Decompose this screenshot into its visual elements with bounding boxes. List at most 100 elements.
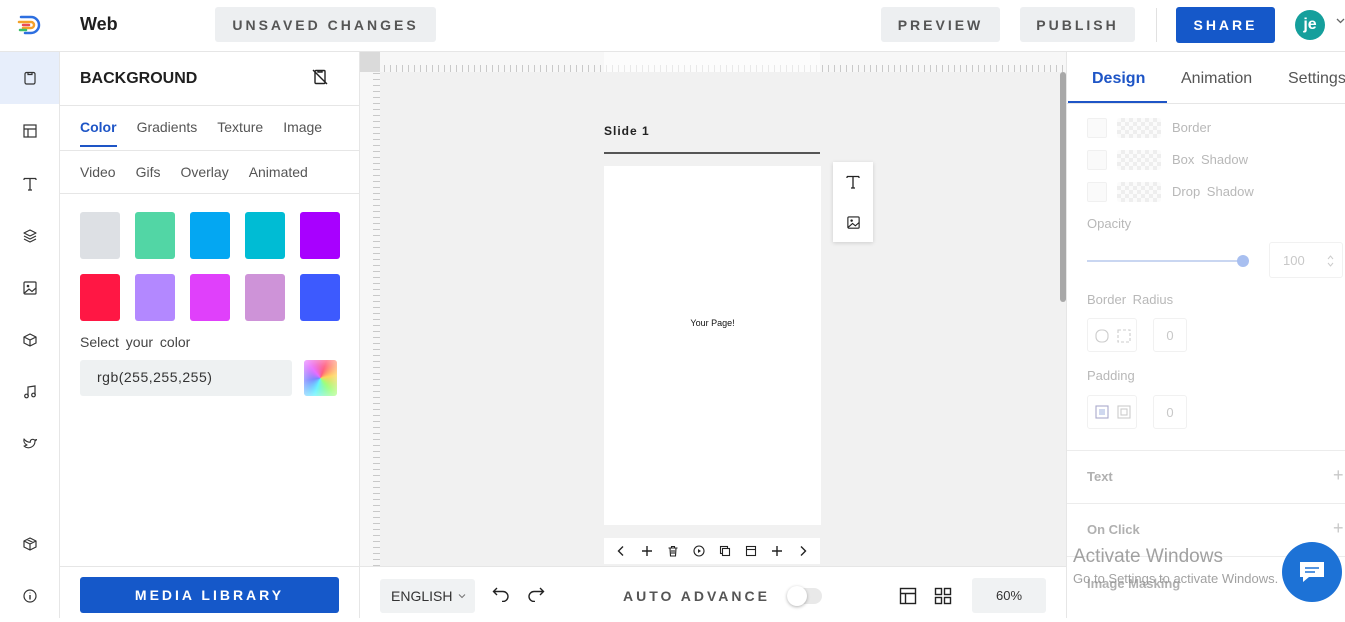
- color-swatch[interactable]: [190, 212, 230, 259]
- color-swatch[interactable]: [245, 212, 285, 259]
- slide-label: Slide 1: [604, 124, 650, 138]
- slide-divider: [604, 152, 820, 154]
- color-swatch[interactable]: [300, 274, 340, 321]
- tab-image[interactable]: Image: [283, 119, 322, 147]
- slide-text[interactable]: Your Page!: [604, 318, 821, 328]
- undo-icon[interactable]: [492, 586, 510, 602]
- tab-video[interactable]: Video: [80, 164, 116, 180]
- panel-title: BACKGROUND: [80, 70, 198, 87]
- opacity-slider-handle[interactable]: [1237, 255, 1249, 267]
- publish-button[interactable]: PUBLISH: [1020, 7, 1135, 42]
- expand-text-icon[interactable]: +: [1333, 465, 1344, 486]
- chevron-down-icon[interactable]: [1336, 18, 1345, 24]
- add-text-button[interactable]: [833, 162, 873, 202]
- box-shadow-preview: [1117, 150, 1161, 170]
- nav-image[interactable]: [0, 262, 59, 314]
- drop-shadow-checkbox[interactable]: [1087, 182, 1107, 202]
- nav-text[interactable]: [0, 158, 59, 210]
- color-swatch[interactable]: [245, 274, 285, 321]
- preview-button[interactable]: PREVIEW: [881, 7, 1000, 42]
- media-library-button[interactable]: MEDIA LIBRARY: [80, 577, 339, 613]
- color-swatch[interactable]: [135, 212, 175, 259]
- padding-input[interactable]: 0: [1153, 395, 1187, 429]
- play-icon[interactable]: [693, 545, 705, 557]
- padding-all-icon: [1095, 405, 1109, 419]
- stepper-icon[interactable]: [1327, 254, 1334, 268]
- tab-color[interactable]: Color: [80, 119, 117, 147]
- tab-design[interactable]: Design: [1092, 70, 1145, 88]
- opacity-input[interactable]: 100: [1269, 242, 1343, 278]
- color-swatch[interactable]: [80, 274, 120, 321]
- properties-panel: Design Animation Settings Border Box Sha…: [1066, 52, 1345, 618]
- unsaved-changes-button[interactable]: UNSAVED CHANGES: [215, 7, 436, 42]
- chevron-right-icon[interactable]: [797, 545, 809, 557]
- divider: [60, 193, 359, 194]
- share-button[interactable]: SHARE: [1176, 7, 1275, 43]
- layout-icon[interactable]: [745, 545, 757, 557]
- redo-icon[interactable]: [527, 586, 545, 602]
- tab-animation[interactable]: Animation: [1181, 70, 1252, 88]
- expand-on-click-icon[interactable]: +: [1333, 518, 1344, 539]
- language-select[interactable]: ENGLISH: [380, 579, 475, 613]
- opacity-slider[interactable]: [1087, 260, 1243, 262]
- layout-icon: [22, 124, 37, 138]
- padding-mode[interactable]: [1087, 395, 1137, 429]
- slide-page[interactable]: Your Page!: [604, 166, 821, 525]
- tab-gifs[interactable]: Gifs: [136, 164, 161, 180]
- color-picker-button[interactable]: [304, 360, 337, 396]
- app-logo-icon[interactable]: [17, 11, 45, 39]
- layers-icon: [22, 229, 37, 243]
- background-panel: BACKGROUND Color Gradients Texture Image…: [60, 52, 360, 618]
- zoom-level[interactable]: 60%: [972, 578, 1046, 613]
- chevron-left-icon[interactable]: [615, 545, 627, 557]
- auto-advance-toggle[interactable]: [787, 586, 822, 606]
- chat-button[interactable]: [1282, 542, 1342, 602]
- tab-settings[interactable]: Settings: [1288, 70, 1345, 88]
- opacity-value: 100: [1283, 253, 1305, 268]
- nav-music[interactable]: [0, 366, 59, 418]
- slide-toolbar: [604, 538, 820, 564]
- document-icon: [23, 71, 36, 85]
- tab-gradients[interactable]: Gradients: [137, 119, 198, 147]
- trash-icon[interactable]: [667, 545, 679, 557]
- color-swatch[interactable]: [135, 274, 175, 321]
- grid-view-icon[interactable]: [934, 587, 952, 605]
- editor-canvas[interactable]: Slide 1 Your Page!: [360, 52, 1066, 566]
- properties-tabs: Design Animation Settings: [1067, 52, 1345, 104]
- box-shadow-checkbox[interactable]: [1087, 150, 1107, 170]
- bottom-bar: ENGLISH AUTO ADVANCE 60%: [360, 566, 1066, 618]
- on-click-section-label[interactable]: On Click: [1087, 522, 1140, 537]
- info-icon: [22, 589, 37, 603]
- color-swatch[interactable]: [300, 212, 340, 259]
- color-swatch[interactable]: [80, 212, 120, 259]
- border-radius-input[interactable]: 0: [1153, 318, 1187, 352]
- nav-document[interactable]: [0, 52, 59, 104]
- border-preview: [1117, 118, 1161, 138]
- copy-icon[interactable]: [719, 545, 731, 557]
- border-radius-mode[interactable]: [1087, 318, 1137, 352]
- avatar[interactable]: je: [1295, 10, 1325, 40]
- plus-icon[interactable]: [771, 545, 783, 557]
- color-swatch[interactable]: [190, 274, 230, 321]
- layout-view-icon[interactable]: [899, 587, 917, 605]
- nav-layout[interactable]: [0, 105, 59, 157]
- color-value-input[interactable]: rgb(255,255,255): [80, 360, 292, 396]
- nav-layers[interactable]: [0, 210, 59, 262]
- remove-background-icon[interactable]: [311, 68, 329, 86]
- add-image-button[interactable]: [833, 202, 873, 242]
- text-section-label[interactable]: Text: [1087, 469, 1113, 484]
- tab-overlay[interactable]: Overlay: [180, 164, 228, 180]
- cube-icon: [22, 333, 37, 347]
- nav-twitter[interactable]: [0, 418, 59, 470]
- plus-icon[interactable]: [641, 545, 653, 557]
- drop-shadow-label: Drop Shadow: [1172, 184, 1254, 199]
- nav-info[interactable]: [0, 570, 59, 622]
- ruler-highlight: [604, 52, 820, 72]
- image-masking-section-label[interactable]: Image Masking: [1087, 576, 1180, 591]
- image-icon: [22, 281, 37, 295]
- tab-animated[interactable]: Animated: [249, 164, 308, 180]
- border-checkbox[interactable]: [1087, 118, 1107, 138]
- tab-texture[interactable]: Texture: [217, 119, 263, 147]
- nav-package[interactable]: [0, 518, 59, 570]
- nav-cube[interactable]: [0, 314, 59, 366]
